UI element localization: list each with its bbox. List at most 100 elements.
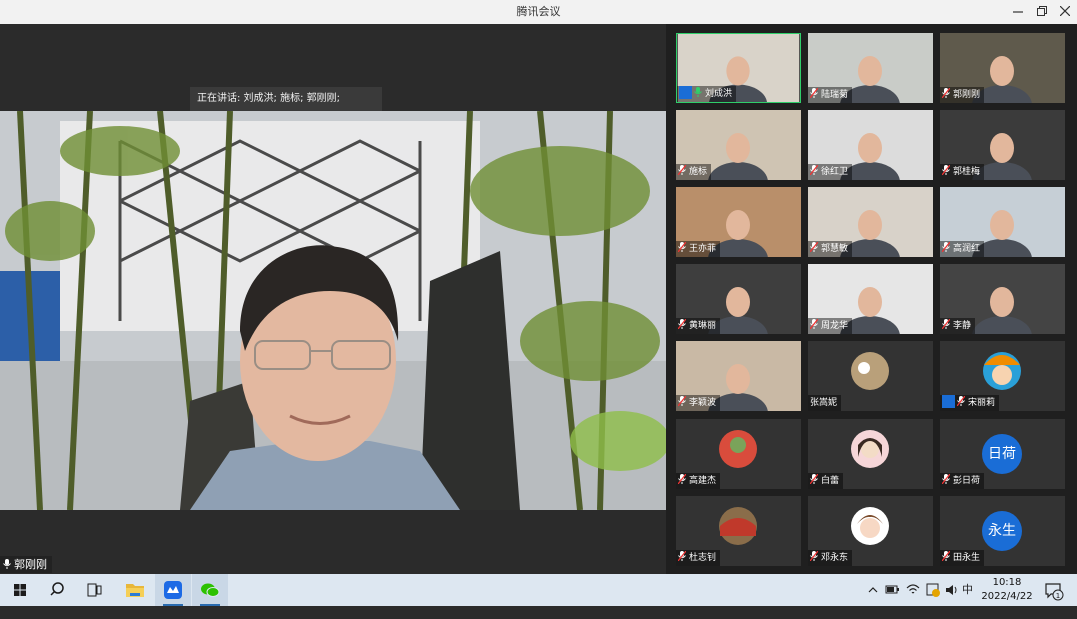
participant-tile[interactable]: 郭刚刚 xyxy=(940,33,1065,103)
main-video[interactable] xyxy=(0,111,666,510)
search-icon xyxy=(50,582,64,596)
microphone-icon xyxy=(678,474,686,484)
participant-tile[interactable]: 白蕾 xyxy=(808,419,933,489)
participant-tile[interactable]: 黄琳丽 xyxy=(676,264,801,334)
participant-tile[interactable]: 高润红 xyxy=(940,187,1065,257)
microphone-icon xyxy=(942,165,950,175)
microphone-icon xyxy=(678,242,686,252)
participant-label: 刘成洪 xyxy=(677,86,737,102)
participant-label: 周龙华 xyxy=(808,318,853,334)
participant-tile[interactable]: 李静 xyxy=(940,264,1065,334)
ime-indicator[interactable]: 中 xyxy=(962,574,973,606)
participant-tile[interactable]: 郭慧敏 xyxy=(808,187,933,257)
close-button[interactable] xyxy=(1053,0,1077,24)
participant-tile[interactable]: 永生 田永生 xyxy=(940,496,1065,566)
microphone-icon xyxy=(942,474,950,484)
participant-tile[interactable]: 高建杰 xyxy=(676,419,801,489)
participant-label: 施标 xyxy=(676,164,712,180)
participant-label: 徐红卫 xyxy=(808,164,853,180)
tray-chevron-icon[interactable] xyxy=(866,574,880,606)
wifi-icon[interactable] xyxy=(905,574,921,606)
close-icon xyxy=(1059,5,1071,17)
participant-name: 田永生 xyxy=(953,553,981,563)
notification-button[interactable]: 1 xyxy=(1043,574,1065,606)
participant-label: 宋丽莉 xyxy=(940,395,1000,411)
self-name: 郭刚刚 xyxy=(14,558,47,571)
participant-tile[interactable]: 杜志钊 xyxy=(676,496,801,566)
participant-panel: 刘成洪 陆瑞菊 郭刚刚施标 徐红卫 郭桂梅王亦菲 郭慧敏 高润红黄琳丽 周龙华 李静李颖波 张嵩妮… xyxy=(666,24,1077,574)
participant-text-avatar: 日荷 xyxy=(982,434,1022,474)
participant-name: 郭慧敏 xyxy=(821,244,849,254)
participant-label: 郭刚刚 xyxy=(940,87,985,103)
participant-tile[interactable]: 刘成洪 xyxy=(676,33,801,103)
participant-name: 刘成洪 xyxy=(705,89,733,99)
participant-label: 田永生 xyxy=(940,550,985,566)
user-badge-icon xyxy=(942,395,955,408)
start-button[interactable] xyxy=(2,574,38,606)
participant-tile[interactable]: 日荷 彭日荷 xyxy=(940,419,1065,489)
microphone-icon xyxy=(942,319,950,329)
microphone-icon xyxy=(810,474,818,484)
microphone-icon xyxy=(3,559,11,569)
restore-icon xyxy=(1037,6,1047,16)
microphone-icon xyxy=(694,87,702,97)
participant-tile[interactable]: 邓永东 xyxy=(808,496,933,566)
participant-tile[interactable]: 陆瑞菊 xyxy=(808,33,933,103)
participant-name: 白蕾 xyxy=(821,476,840,486)
volume-icon[interactable] xyxy=(944,574,960,606)
participant-label: 白蕾 xyxy=(808,473,844,489)
security-app-icon[interactable] xyxy=(925,574,941,606)
search-button[interactable] xyxy=(39,574,75,606)
task-view-button[interactable] xyxy=(76,574,112,606)
microphone-icon xyxy=(810,551,818,561)
participant-tile[interactable]: 郭桂梅 xyxy=(940,110,1065,180)
participant-label: 黄琳丽 xyxy=(676,318,721,334)
microphone-icon xyxy=(810,165,818,175)
participant-label: 李颖波 xyxy=(676,395,721,411)
participant-tile[interactable]: 周龙华 xyxy=(808,264,933,334)
taskbar: 中 10:18 2022/4/22 1 xyxy=(0,574,1077,606)
windows-icon xyxy=(14,584,26,596)
participant-tile[interactable]: 张嵩妮 xyxy=(808,341,933,411)
participant-tile[interactable]: 施标 xyxy=(676,110,801,180)
participant-tile[interactable]: 李颖波 xyxy=(676,341,801,411)
participant-label: 王亦菲 xyxy=(676,241,721,257)
wechat-taskbar-button[interactable] xyxy=(192,574,228,606)
minimize-button[interactable] xyxy=(1006,0,1030,24)
microphone-icon xyxy=(942,551,950,561)
folder-icon xyxy=(126,584,144,597)
participant-label: 高润红 xyxy=(940,241,985,257)
restore-button[interactable] xyxy=(1030,0,1054,24)
participant-name: 王亦菲 xyxy=(689,244,717,254)
participant-name: 黄琳丽 xyxy=(689,321,717,331)
participant-tile[interactable]: 王亦菲 xyxy=(676,187,801,257)
microphone-icon xyxy=(942,242,950,252)
clock-time: 10:18 xyxy=(992,577,1022,588)
wechat-icon xyxy=(201,583,220,597)
microphone-icon xyxy=(678,319,686,329)
notification-icon: 1 xyxy=(1045,583,1064,601)
tencent-meeting-icon xyxy=(164,581,182,599)
microphone-icon xyxy=(810,319,818,329)
title-bar: 腾讯会议 xyxy=(0,0,1077,24)
participant-name: 郭刚刚 xyxy=(953,90,981,100)
participant-label: 李静 xyxy=(940,318,976,334)
window-title: 腾讯会议 xyxy=(516,5,561,18)
tencent-meeting-taskbar-button[interactable] xyxy=(155,574,191,606)
clock[interactable]: 10:18 2022/4/22 xyxy=(976,576,1038,604)
participant-name: 彭日荷 xyxy=(953,476,981,486)
participant-label: 张嵩妮 xyxy=(808,395,842,411)
microphone-icon xyxy=(678,551,686,561)
battery-icon[interactable] xyxy=(884,574,900,606)
participant-name: 周龙华 xyxy=(821,321,849,331)
participant-tile[interactable]: 宋丽莉 xyxy=(940,341,1065,411)
participant-name: 宋丽莉 xyxy=(968,398,996,408)
participant-label: 杜志钊 xyxy=(676,550,721,566)
microphone-icon xyxy=(810,242,818,252)
file-explorer-button[interactable] xyxy=(117,574,153,606)
participant-name: 邓永东 xyxy=(821,553,849,563)
participant-tile[interactable]: 徐红卫 xyxy=(808,110,933,180)
minimize-icon xyxy=(1013,11,1023,13)
participant-name: 李颖波 xyxy=(689,398,717,408)
user-badge-icon xyxy=(679,86,692,99)
